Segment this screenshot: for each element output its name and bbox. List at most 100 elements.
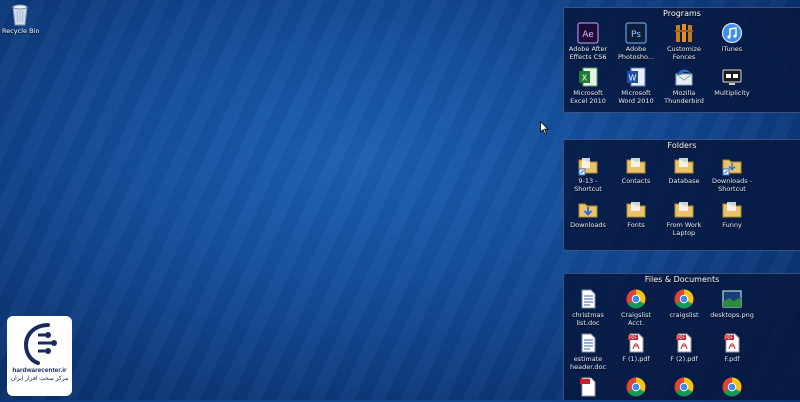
thunderbird-icon xyxy=(675,69,693,86)
folder-item[interactable]: Contacts xyxy=(612,152,660,193)
program-label: Adobe After Effects CS6 xyxy=(568,45,608,61)
fences-icon xyxy=(675,24,693,42)
photoshop-icon: Ps xyxy=(625,22,647,44)
program-thunderbird[interactable]: Mozilla Thunderbird xyxy=(660,64,708,105)
pdf-file-icon xyxy=(580,377,596,397)
folder-label: Downloads - Shortcut xyxy=(711,177,753,193)
file-label: F (1).pdf xyxy=(622,355,650,363)
program-label: Customize Fences xyxy=(666,45,702,61)
file-label: F (2).pdf xyxy=(670,355,698,363)
circuit-logo-icon xyxy=(23,323,57,365)
program-multiplicity[interactable]: Multiplicity xyxy=(708,64,756,105)
file-label: F.pdf xyxy=(724,355,740,363)
fence-title: Folders xyxy=(667,141,697,150)
file-item[interactable]: christmas list.doc xyxy=(564,286,612,327)
file-item[interactable] xyxy=(612,374,660,399)
fence-files-documents[interactable]: Files & Documents christmas list.doc Cra… xyxy=(563,273,800,400)
mouse-cursor-icon xyxy=(540,121,549,135)
fence-folders[interactable]: Folders 9-13 - Shortcut Contacts Databas… xyxy=(563,139,800,251)
doc-file-icon xyxy=(581,333,596,353)
program-itunes[interactable]: iTunes xyxy=(708,20,756,61)
file-label: Craigslist Acct. xyxy=(620,311,652,327)
folder-item[interactable]: Downloads - Shortcut xyxy=(708,152,756,193)
chrome-icon xyxy=(674,377,694,397)
watermark-tagline: مرکز سخت افزار ایران xyxy=(10,376,69,382)
program-photoshop[interactable]: Ps Adobe Photosho... xyxy=(612,20,660,61)
file-label: desktops.png xyxy=(710,311,754,319)
chrome-icon xyxy=(722,377,742,397)
svg-text:W: W xyxy=(629,74,637,83)
folder-label: Funny xyxy=(722,221,742,229)
watermark-site: hardwarecenter.ir xyxy=(12,367,67,374)
file-label: estimate header.doc xyxy=(569,355,607,371)
program-label: Adobe Photosho... xyxy=(617,45,655,61)
folder-shortcut-icon xyxy=(722,159,742,176)
recycle-bin-icon xyxy=(12,4,28,26)
doc-file-icon xyxy=(581,289,596,309)
file-item[interactable]: desktops.png xyxy=(708,286,756,327)
folder-label: From Work Laptop xyxy=(666,221,702,237)
chrome-icon xyxy=(674,289,694,309)
folder-icon xyxy=(626,158,646,174)
file-item[interactable]: craigslist xyxy=(660,286,708,327)
png-file-icon xyxy=(722,290,742,308)
fence-programs[interactable]: Programs Ae Adobe After Effects CS6 Ps A… xyxy=(563,7,800,113)
file-item[interactable] xyxy=(564,374,612,399)
pdf-file-icon: PDF xyxy=(724,333,740,353)
svg-text:Ps: Ps xyxy=(631,30,641,40)
folder-icon xyxy=(674,202,694,218)
program-label: Mozilla Thunderbird xyxy=(664,89,704,105)
recycle-bin-label: Recycle Bin xyxy=(2,27,40,35)
recycle-bin[interactable]: Recycle Bin xyxy=(2,2,40,35)
folder-icon xyxy=(722,202,742,218)
program-customize-fences[interactable]: Customize Fences xyxy=(660,20,708,61)
program-label: Multiplicity xyxy=(714,89,750,97)
itunes-icon xyxy=(721,22,743,44)
folder-item[interactable]: From Work Laptop xyxy=(660,196,708,237)
program-label: Microsoft Excel 2010 xyxy=(570,89,606,105)
file-item[interactable]: estimate header.doc xyxy=(564,330,612,371)
program-excel[interactable]: X Microsoft Excel 2010 xyxy=(564,64,612,105)
excel-icon: X xyxy=(579,67,598,87)
folder-label: 9-13 - Shortcut xyxy=(574,177,602,193)
file-item[interactable] xyxy=(708,374,756,399)
folder-item[interactable]: Downloads xyxy=(564,196,612,237)
pdf-file-icon: PDF xyxy=(628,333,644,353)
pdf-file-icon: PDF xyxy=(676,333,692,353)
folder-item[interactable]: Fonts xyxy=(612,196,660,237)
fence-title: Programs xyxy=(663,9,701,18)
program-label: iTunes xyxy=(721,45,743,53)
file-item[interactable] xyxy=(660,374,708,399)
file-item[interactable]: PDF F.pdf xyxy=(708,330,756,371)
folder-item[interactable]: 9-13 - Shortcut xyxy=(564,152,612,193)
folder-label: Contacts xyxy=(621,177,651,185)
file-item[interactable]: PDF F (1).pdf xyxy=(612,330,660,371)
multiplicity-icon xyxy=(722,69,742,85)
folder-icon xyxy=(626,202,646,218)
after-effects-icon: Ae xyxy=(577,22,599,44)
word-icon: W xyxy=(627,67,646,87)
file-label: christmas list.doc xyxy=(572,311,604,327)
svg-text:PDF: PDF xyxy=(629,335,637,340)
folder-label: Database xyxy=(668,177,700,185)
file-item[interactable]: PDF F (2).pdf xyxy=(660,330,708,371)
folder-icon xyxy=(674,158,694,174)
svg-text:X: X xyxy=(582,74,588,83)
folder-label: Downloads xyxy=(570,221,606,229)
downloads-folder-icon xyxy=(578,203,598,218)
chrome-icon xyxy=(626,289,646,309)
svg-text:PDF: PDF xyxy=(677,335,685,340)
fence-title: Files & Documents xyxy=(644,275,720,284)
file-label: craigslist xyxy=(669,311,699,319)
file-item[interactable]: Craigslist Acct. xyxy=(612,286,660,327)
svg-text:Ae: Ae xyxy=(582,30,594,40)
program-label: Microsoft Word 2010 xyxy=(618,89,654,105)
folder-shortcut-icon xyxy=(578,158,598,176)
folder-item[interactable]: Funny xyxy=(708,196,756,237)
folder-item[interactable]: Database xyxy=(660,152,708,193)
program-after-effects[interactable]: Ae Adobe After Effects CS6 xyxy=(564,20,612,61)
watermark-badge: hardwarecenter.ir مرکز سخت افزار ایران xyxy=(7,316,72,396)
program-word[interactable]: W Microsoft Word 2010 xyxy=(612,64,660,105)
svg-text:PDF: PDF xyxy=(725,335,733,340)
chrome-icon xyxy=(626,377,646,397)
